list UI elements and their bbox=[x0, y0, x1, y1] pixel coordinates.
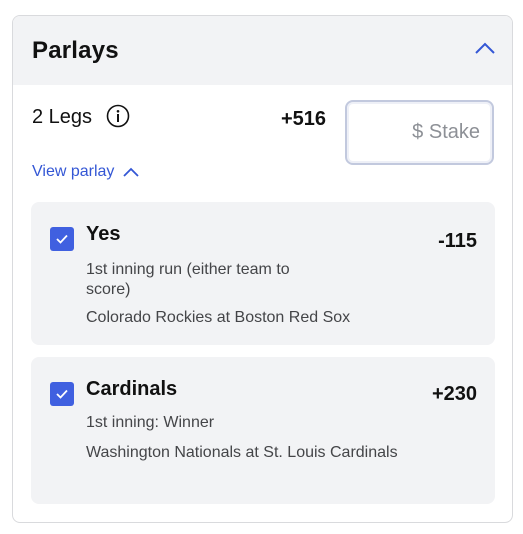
leg-event: Colorado Rockies at Boston Red Sox bbox=[86, 309, 351, 326]
parlay-total-odds: +516 bbox=[281, 108, 327, 130]
parlay-leg: Cardinals +230 1st inning: Winner Washin… bbox=[31, 357, 495, 504]
checkmark-icon bbox=[56, 389, 68, 399]
leg-odds: -115 bbox=[438, 230, 477, 252]
chevron-up-icon bbox=[123, 167, 140, 177]
parlay-leg: Yes -115 1st inning run (either team to … bbox=[31, 202, 495, 345]
legs-count-label: 2 Legs bbox=[32, 106, 93, 128]
view-parlay-label: View parlay bbox=[32, 163, 115, 180]
leg-market: 1st inning run (either team to score) bbox=[86, 261, 290, 298]
collapse-chevron-up-icon[interactable] bbox=[474, 40, 496, 56]
leg-odds: +230 bbox=[431, 383, 477, 405]
stake-input[interactable] bbox=[345, 100, 494, 165]
parlays-header[interactable]: Parlays bbox=[13, 16, 512, 85]
leg-checkbox[interactable] bbox=[50, 382, 74, 406]
leg-selection: Cardinals bbox=[86, 378, 178, 400]
checkmark-icon bbox=[56, 234, 68, 244]
leg-selection: Yes bbox=[86, 223, 121, 245]
parlays-title: Parlays bbox=[32, 37, 119, 64]
leg-market: 1st inning: Winner bbox=[86, 414, 215, 431]
leg-event: Washington Nationals at St. Louis Cardin… bbox=[86, 444, 398, 461]
view-parlay-toggle[interactable]: View parlay bbox=[32, 163, 140, 181]
leg-checkbox[interactable] bbox=[50, 227, 74, 251]
info-icon[interactable] bbox=[106, 104, 130, 128]
parlays-card: Parlays 2 Legs +516 View parlay Yes -115 bbox=[12, 15, 513, 523]
